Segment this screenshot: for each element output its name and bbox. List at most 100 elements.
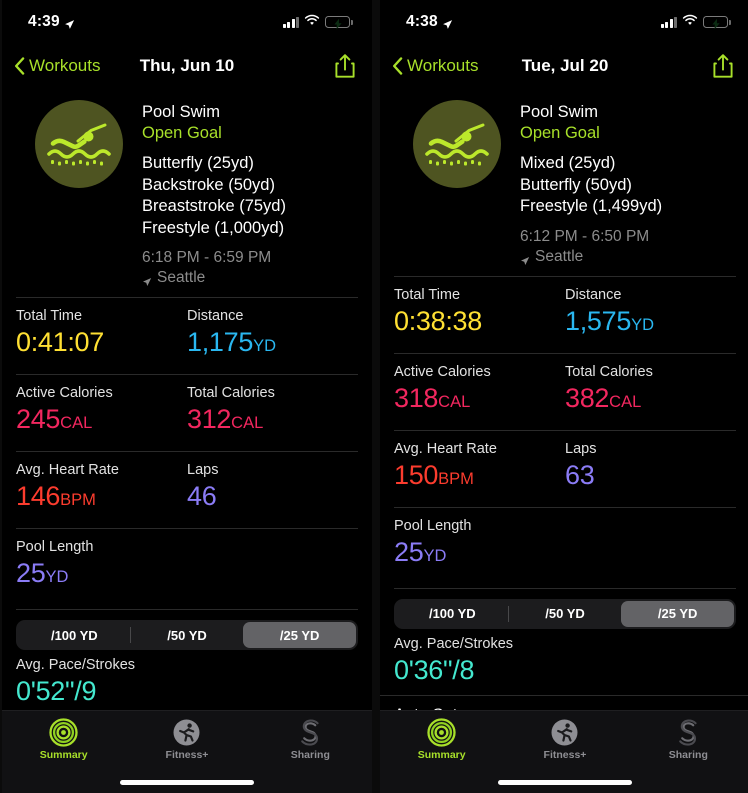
avg-pace-strokes: Avg. Pace/Strokes 0'36"/8 [394,635,736,695]
workout-type: Pool Swim [520,103,598,121]
location-arrow-icon [442,17,453,29]
metric-label: Total Calories [187,385,275,401]
pool-swim-icon [35,100,123,188]
home-indicator[interactable] [120,780,254,785]
runner-icon [172,718,201,747]
metric-cell: Laps 46 [187,461,358,517]
stroke-item: Breaststroke (75yd) [142,197,286,215]
segment-option-3[interactable]: /25 YD [243,622,357,648]
metric-value: 146BPM [16,480,187,517]
metric-cell: Active Calories 318CAL [394,363,565,419]
segment-option-3[interactable]: /25 YD [621,600,735,627]
metric-number: 1,175 [187,327,254,357]
metric-number: 25 [394,536,424,567]
metric-value: 63 [565,459,736,492]
metric-label: Distance [565,286,622,303]
pace-unit-segmented-control[interactable]: /100 YD/50 YD/25 YD [394,598,736,629]
home-indicator[interactable] [498,780,632,785]
status-indicators [660,13,731,31]
segment-option-1[interactable]: /100 YD [396,601,509,627]
stroke-item: Butterfly (50yd) [520,175,632,194]
pool-swim-icon [413,100,501,188]
metric-row: Total Time 0:38:38 Distance 1,575YD [394,275,736,353]
tab-label: Fitness+ [165,749,209,761]
avg-pace-value: 0'52"/9 [16,676,97,706]
status-bar: 4:38 [380,0,748,44]
workout-type: Pool Swim [142,103,220,121]
pace-unit-segmented-wrap: /100 YD/50 YD/25 YD [394,587,736,629]
tab-sharing[interactable]: Sharing [249,718,372,761]
tab-label: Summary [39,749,88,761]
stroke-item: Freestyle (1,000yd) [142,218,285,237]
status-indicators [282,13,353,31]
avg-pace-value: 0'36"/8 [394,654,475,685]
metric-label: Avg. Heart Rate [16,462,119,478]
metric-row: Active Calories 245CAL Total Calories 312CA… [16,374,358,451]
workout-time-range: 6:12 PM - 6:50 PM [520,227,650,245]
metric-value: 312CAL [187,403,358,440]
metric-value: 25YD [394,536,736,573]
tab-bar: Summary Fitness+ Sharing [380,710,748,793]
phone-screen-2: 4:38 Workouts Tue, Jul 20 Pool Swim Open Goa… [380,0,748,793]
metric-label: Total Time [16,308,83,324]
metric-unit: BPM [438,469,474,488]
metric-label: Distance [187,308,244,324]
workout-badge-wrap [16,96,142,288]
avg-pace-label: Avg. Pace/Strokes [394,635,514,652]
stroke-item: Freestyle (1,499yd) [520,197,663,215]
back-to-workouts-button[interactable]: Workouts [392,56,479,76]
workout-header: Pool Swim Open Goal Butterfly (25yd) Backst… [2,88,372,288]
workout-goal: Open Goal [142,124,222,142]
metric-cell: Active Calories 245CAL [16,384,187,440]
status-bar: 4:39 [2,0,372,44]
workout-location: Seattle [142,268,358,288]
segment-option-2[interactable]: /50 YD [509,601,622,627]
activity-rings-icon [427,718,456,747]
cellular-bars-icon [660,16,677,28]
metrics-section: Total Time 0:38:38 Distance 1,575YD Active C… [380,275,748,584]
segment-option-2[interactable]: /50 YD [131,622,244,648]
workout-location-label: Seattle [157,269,206,286]
tab-sharing[interactable]: Sharing [627,718,748,761]
metric-value: 1,175YD [187,326,358,363]
back-button-label: Workouts [407,56,479,75]
avg-pace-label: Avg. Pace/Strokes [16,657,136,673]
stroke-item: Mixed (25yd) [520,154,616,172]
location-arrow-icon [142,273,152,286]
back-to-workouts-button[interactable]: Workouts [14,56,101,76]
status-time: 4:38 [406,13,453,31]
workout-location-label: Seattle [535,247,584,265]
status-time: 4:39 [28,13,75,31]
dual-screenshot-stage: 4:39 Workouts Thu, Jun 10 Pool Swim Open Goa… [0,0,748,793]
chevron-left-icon [14,57,25,75]
metric-unit: CAL [231,414,264,432]
tab-fitness[interactable]: Fitness+ [503,718,626,761]
workout-info: Pool Swim Open Goal Butterfly (25yd) Backst… [142,96,358,288]
metric-number: 0:38:38 [394,305,482,336]
metric-label: Avg. Heart Rate [394,440,497,457]
metric-number: 318 [394,382,439,413]
metric-number: 46 [187,481,217,511]
metric-number: 25 [16,558,46,588]
segment-option-1[interactable]: /100 YD [18,622,131,648]
pace-unit-segmented-control[interactable]: /100 YD/50 YD/25 YD [16,620,358,650]
metric-unit: CAL [60,414,93,432]
stroke-breakdown-list: Butterfly (25yd) Backstroke (50yd) Breasts… [142,153,358,239]
metric-number: 1,575 [565,305,632,336]
metric-number: 382 [565,382,610,413]
tab-label: Sharing [290,749,330,761]
metric-value: 382CAL [565,382,736,419]
tab-summary[interactable]: Summary [2,718,125,761]
share-icon[interactable] [712,53,734,79]
workout-goal: Open Goal [520,124,600,142]
tab-fitness[interactable]: Fitness+ [125,718,248,761]
metric-unit: YD [423,546,447,565]
tab-label: Summary [417,749,466,761]
share-icon[interactable] [334,53,356,79]
tab-summary[interactable]: Summary [380,718,503,761]
metric-unit: CAL [438,392,471,411]
metric-label: Total Calories [565,363,653,380]
workout-badge-wrap [394,96,520,267]
tab-bar: Summary Fitness+ Sharing [2,710,372,793]
wifi-icon [304,13,320,31]
